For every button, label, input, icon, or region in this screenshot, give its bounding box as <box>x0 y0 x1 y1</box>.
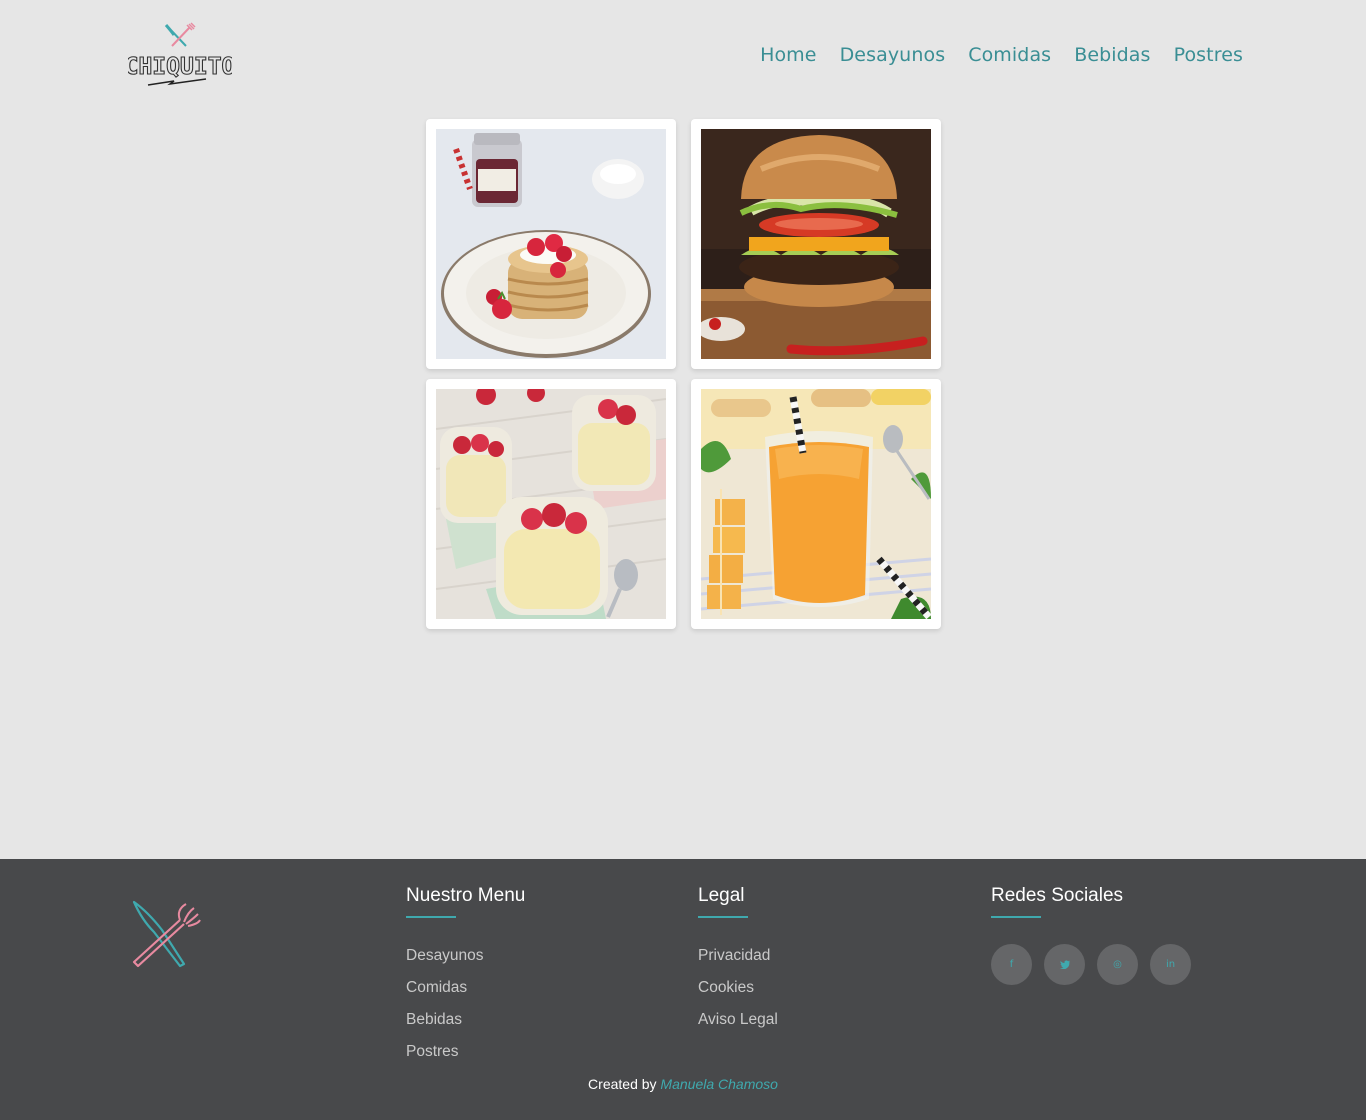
food-gallery <box>426 119 941 629</box>
main-nav: Home Desayunos Comidas Bebidas Postres <box>760 44 1243 66</box>
twitter-bird-glyph <box>1059 960 1070 969</box>
footer-logo <box>128 898 204 976</box>
nav-bebidas[interactable]: Bebidas <box>1074 44 1150 66</box>
footer-social-title: Redes Sociales <box>991 885 1124 906</box>
footer-menu-title: Nuestro Menu <box>406 885 526 906</box>
footer-link-postres[interactable]: Postres <box>406 1043 459 1060</box>
nav-comidas[interactable]: Comidas <box>968 44 1051 66</box>
footer-legal-column: Legal Privacidad Cookies Aviso Legal <box>698 885 778 1041</box>
nav-home[interactable]: Home <box>760 44 817 66</box>
footer-legal-list: Privacidad Cookies Aviso Legal <box>698 945 778 1041</box>
footer-link-cookies[interactable]: Cookies <box>698 979 754 996</box>
footer-link-comidas[interactable]: Comidas <box>406 979 467 996</box>
nav-desayunos[interactable]: Desayunos <box>840 44 946 66</box>
footer-legal-underline <box>698 916 748 918</box>
twitter-icon[interactable] <box>1044 944 1085 985</box>
gallery-card-pancakes[interactable] <box>426 119 676 369</box>
footer-link-bebidas[interactable]: Bebidas <box>406 1011 462 1028</box>
juice-image <box>701 389 931 619</box>
nav-postres[interactable]: Postres <box>1174 44 1243 66</box>
pancakes-image <box>436 129 666 359</box>
credit-author-link[interactable]: Manuela Chamoso <box>660 1076 778 1092</box>
social-buttons: f ◎ in <box>991 944 1191 985</box>
footer-menu-underline <box>406 916 456 918</box>
footer-menu-list: Desayunos Comidas Bebidas Postres <box>406 945 525 1073</box>
knife-fork-icon <box>132 900 201 968</box>
footer-link-desayunos[interactable]: Desayunos <box>406 947 484 964</box>
utensils-icon <box>164 22 196 47</box>
instagram-icon[interactable]: ◎ <box>1097 944 1138 985</box>
logo-link[interactable]: CHIQUITO <box>128 22 232 90</box>
footer-social-column: Redes Sociales f ◎ in <box>991 885 1191 985</box>
facebook-icon[interactable]: f <box>991 944 1032 985</box>
logo-text: CHIQUITO <box>128 54 232 80</box>
custard-image <box>436 389 666 619</box>
footer-social-underline <box>991 916 1041 918</box>
footer-link-privacidad[interactable]: Privacidad <box>698 947 770 964</box>
credit-prefix: Created by <box>588 1076 657 1092</box>
gallery-card-natillas[interactable] <box>426 379 676 629</box>
credit-line: Created by Manuela Chamoso <box>0 1076 1366 1092</box>
gallery-card-zumo[interactable] <box>691 379 941 629</box>
footer-menu-column: Nuestro Menu Desayunos Comidas Bebidas P… <box>406 885 525 1073</box>
burger-image <box>701 129 931 359</box>
footer-link-aviso-legal[interactable]: Aviso Legal <box>698 1011 778 1028</box>
linkedin-icon[interactable]: in <box>1150 944 1191 985</box>
chiquito-logo: CHIQUITO <box>128 22 232 86</box>
footer-legal-title: Legal <box>698 885 745 906</box>
gallery-card-hamburguesa[interactable] <box>691 119 941 369</box>
site-header: CHIQUITO Home Desayunos Comidas Bebidas … <box>0 0 1366 110</box>
